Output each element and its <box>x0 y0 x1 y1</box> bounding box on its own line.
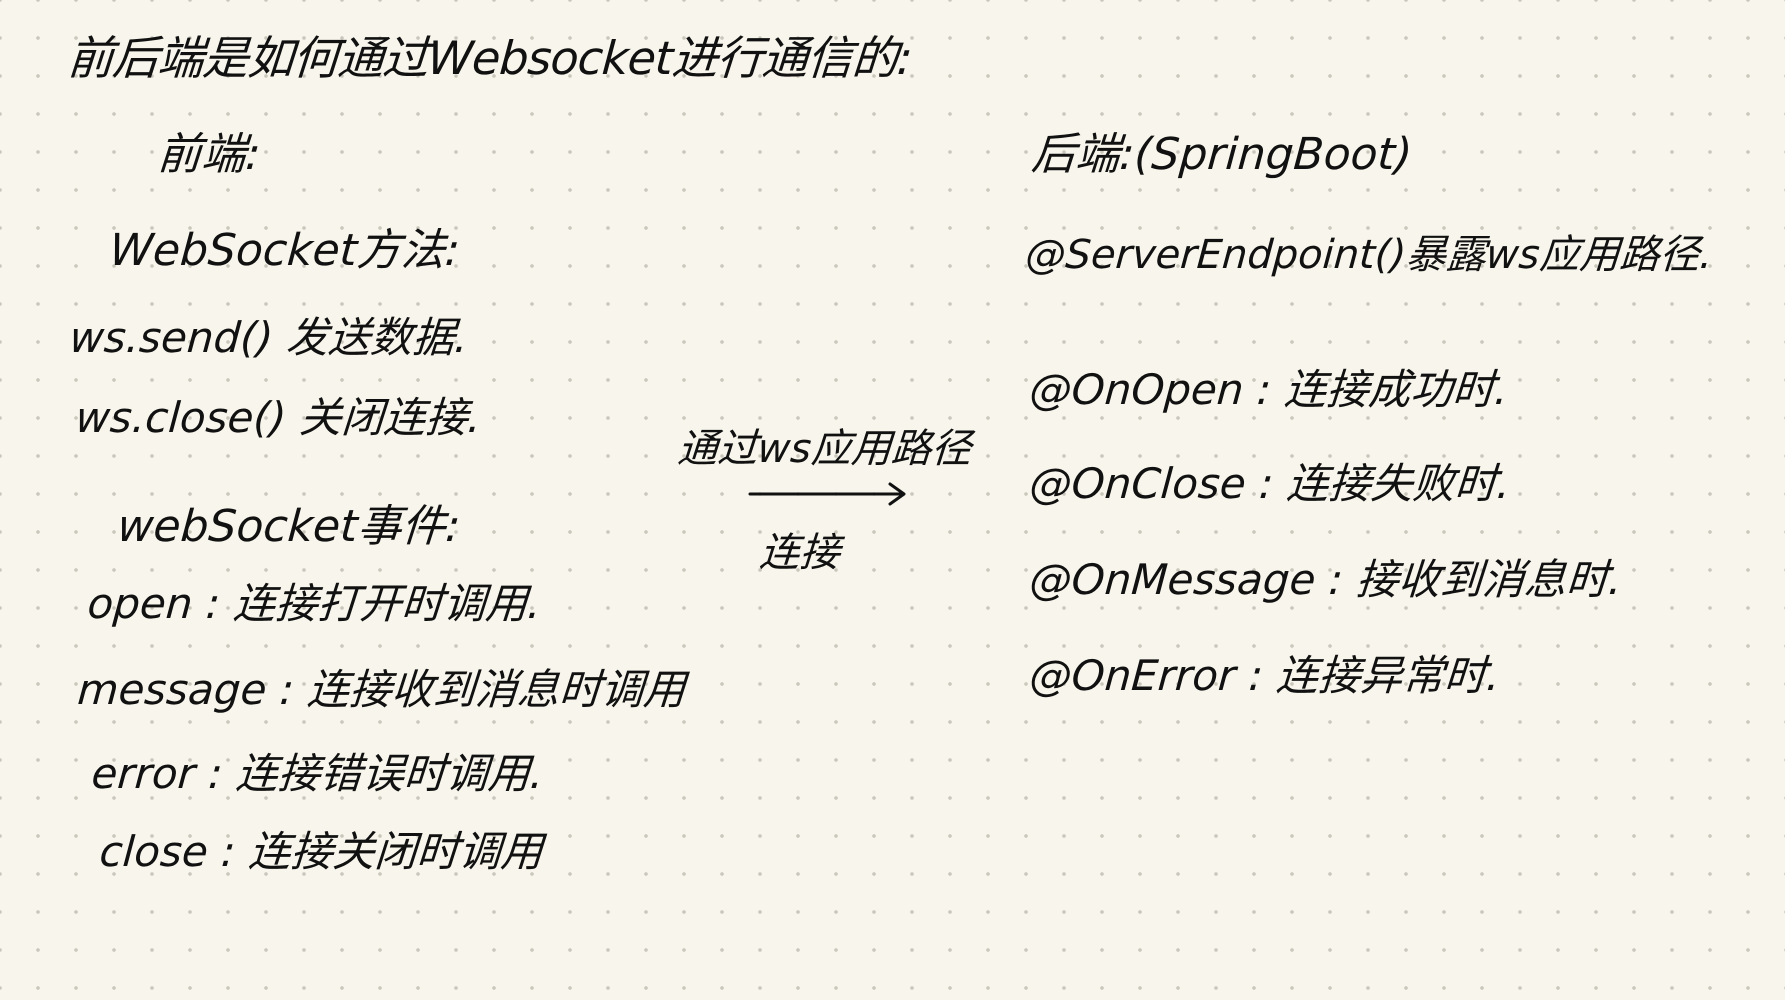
on-message-line: @OnMessage : 接收到消息时. <box>1028 555 1624 604</box>
frontend-heading: 前端: <box>155 129 263 180</box>
page-title: 前后端是如何通过Websocket进行通信的: <box>65 31 914 85</box>
on-open-line: @OnOpen : 连接成功时. <box>1028 365 1510 414</box>
on-close-line: @OnClose : 连接失败时. <box>1028 459 1512 508</box>
event-open: open : 连接打开时调用. <box>86 579 543 628</box>
right-arrow-icon <box>748 482 906 506</box>
websocket-events-heading: webSocket事件: <box>115 501 463 552</box>
connection-label-bottom: 连接 <box>758 530 842 576</box>
connection-label-top: 通过ws应用路径 <box>676 426 973 472</box>
method-close: ws.close() 关闭连接. <box>74 393 483 442</box>
event-close: close : 连接关闭时调用 <box>98 827 545 876</box>
backend-heading: 后端:(SpringBoot) <box>1029 129 1414 180</box>
method-send: ws.send() 发送数据. <box>68 313 470 362</box>
on-error-line: @OnError : 连接异常时. <box>1028 651 1502 700</box>
event-message: message : 连接收到消息时调用 <box>76 665 688 714</box>
server-endpoint-line: @ServerEndpoint()暴露ws应用路径. <box>1024 232 1715 278</box>
websocket-methods-heading: WebSocket方法: <box>107 225 462 276</box>
event-error: error : 连接错误时调用. <box>90 749 546 798</box>
